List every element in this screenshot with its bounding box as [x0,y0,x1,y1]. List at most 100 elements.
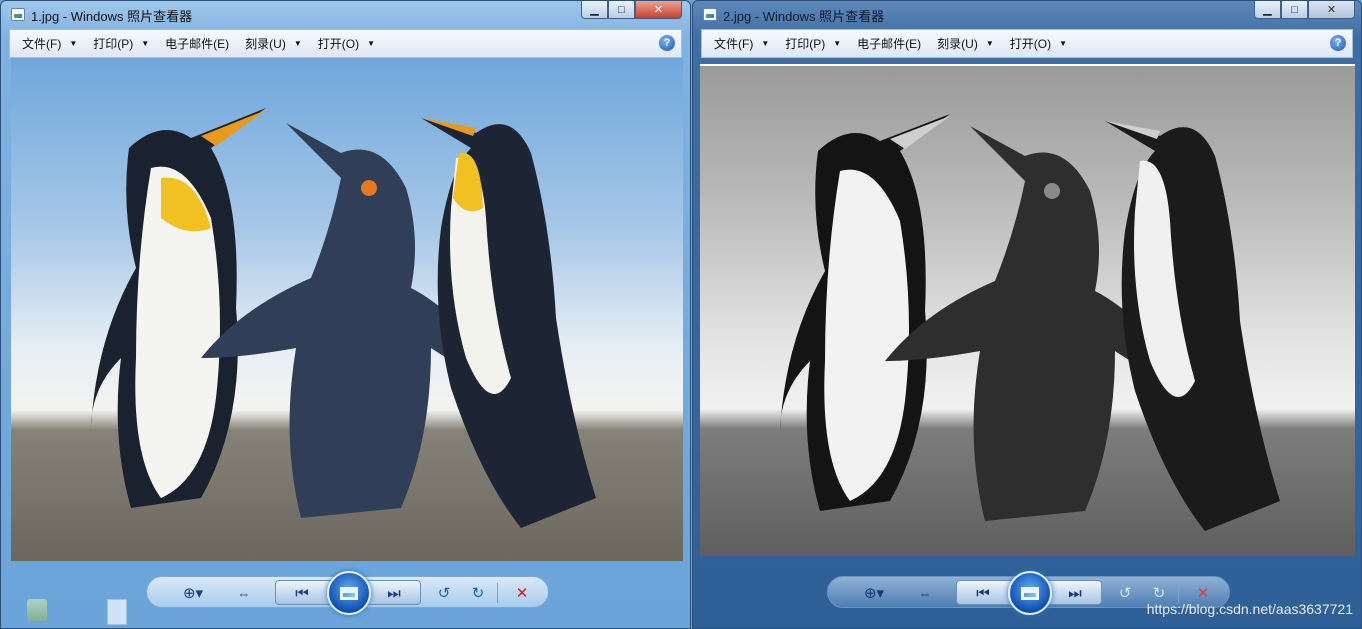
minimize-icon: ▁ [590,4,599,16]
fit-window-icon: ⇔ [918,585,932,601]
menu-print[interactable]: 打印(P) ▼ [85,35,157,52]
close-icon: ✕ [653,4,664,16]
rotate-left-icon: ↺ [437,585,451,602]
title-bar[interactable]: 1.jpg - Windows 照片查看器 ▁ □ ✕ [1,1,690,29]
menu-label: 刻录(U) [937,37,978,51]
zoom-button[interactable]: ⊕▾ [177,581,209,605]
menu-bar: 文件(F) ▼ 打印(P) ▼ 电子邮件(E) 刻录(U) ▼ 打开(O) ▼ ? [9,29,682,58]
next-button[interactable]: ⏭ [377,581,411,605]
desktop-icon [107,599,127,625]
zoom-icon: ⊕▾ [863,585,885,602]
next-button[interactable]: ⏭ [1058,581,1092,605]
fit-window-icon: ⇔ [237,585,251,601]
delete-icon: ✕ [515,585,529,602]
delete-button[interactable]: ✕ [511,581,533,605]
previous-icon: ⏮ [976,584,990,602]
slideshow-icon [340,586,358,600]
previous-button[interactable]: ⏮ [285,581,319,605]
penguin-right [1105,121,1280,531]
menu-burn[interactable]: 刻录(U) ▼ [237,35,310,52]
menu-burn[interactable]: 刻录(U) ▼ [929,35,1002,52]
actual-size-button[interactable]: ⇔ [233,581,255,605]
chevron-down-icon: ▼ [833,39,842,48]
menu-bar: 文件(F) ▼ 打印(P) ▼ 电子邮件(E) 刻录(U) ▼ 打开(O) ▼ ? [701,29,1353,58]
minimize-icon: ▁ [1263,4,1272,16]
menu-label: 电子邮件(E) [857,37,922,51]
next-icon: ⏭ [387,584,401,602]
zoom-button[interactable]: ⊕▾ [858,581,890,605]
penguins-photo-grayscale [780,114,1280,531]
penguin-right [421,118,596,528]
photo-viewer-app-icon [11,8,25,21]
rotate-right-button[interactable]: ↻ [467,581,489,605]
delete-icon: ✕ [1196,585,1210,602]
watermark-text: https://blog.csdn.net/aas3637721 [1146,601,1353,617]
previous-button[interactable]: ⏮ [966,581,1000,605]
chevron-down-icon: ▼ [141,39,150,48]
penguin-left-beak [201,110,266,146]
photo-display[interactable] [11,58,683,561]
rotate-left-button[interactable]: ↺ [1114,581,1136,605]
minimize-button[interactable]: ▁ [581,1,608,19]
caption-buttons: ▁ □ ✕ [581,1,682,19]
penguins-photo [91,108,596,528]
menu-label: 打开(O) [317,37,360,51]
menu-label: 文件(F) [22,37,62,51]
help-icon[interactable]: ? [1330,35,1346,51]
menu-file[interactable]: 文件(F) ▼ [706,35,777,52]
window-title: 2.jpg - Windows 照片查看器 [723,9,885,24]
rotate-right-icon: ↻ [471,585,485,602]
chevron-down-icon: ▼ [293,39,302,48]
chevron-down-icon: ▼ [1059,39,1068,48]
penguin-middle-ear-patch [361,180,377,196]
help-icon[interactable]: ? [659,35,675,51]
close-button[interactable]: ✕ [1308,1,1355,19]
menu-file[interactable]: 文件(F) ▼ [14,35,85,52]
menu-open[interactable]: 打开(O) ▼ [1002,35,1075,52]
photo-viewer-window-2: 2.jpg - Windows 照片查看器 ▁ □ ✕ 文件(F) ▼ 打印(P)… [692,0,1362,629]
chevron-down-icon: ▼ [367,39,376,48]
photo-viewer-window-1: 1.jpg - Windows 照片查看器 ▁ □ ✕ 文件(F) ▼ 打印(P)… [0,0,691,629]
close-icon: ✕ [1326,4,1337,16]
viewer-toolbar: ⊕▾ ⇔ ⏮ ⏭ ↺ ↻ ✕ [146,571,549,615]
close-button[interactable]: ✕ [635,1,682,19]
photo-canvas [700,66,1355,556]
maximize-button[interactable]: □ [1281,1,1308,19]
menu-label: 文件(F) [714,37,754,51]
slideshow-icon [1021,586,1039,600]
minimize-button[interactable]: ▁ [1254,1,1281,19]
menu-label: 刻录(U) [245,37,286,51]
maximize-icon: □ [618,3,625,16]
slideshow-button[interactable] [327,571,371,615]
slideshow-button[interactable] [1008,571,1052,615]
menu-open[interactable]: 打开(O) ▼ [310,35,383,52]
menu-print[interactable]: 打印(P) ▼ [777,35,849,52]
menu-label: 电子邮件(E) [165,37,230,51]
toolbar-separator [497,583,498,603]
photo-viewer-app-icon [703,8,717,21]
chevron-down-icon: ▼ [761,39,770,48]
penguin-middle-ear-patch [1044,183,1060,199]
rotate-left-button[interactable]: ↺ [433,581,455,605]
menu-label: 打印(P) [93,37,134,51]
penguin-left-beak [890,116,950,149]
maximize-icon: □ [1291,3,1298,16]
rotate-right-icon: ↻ [1152,585,1166,602]
chevron-down-icon: ▼ [69,39,78,48]
chevron-down-icon: ▼ [985,39,994,48]
menu-label: 打开(O) [1009,37,1052,51]
next-icon: ⏭ [1068,584,1082,602]
actual-size-button[interactable]: ⇔ [914,581,936,605]
photo-display[interactable] [700,64,1355,556]
caption-buttons: ▁ □ ✕ [1254,1,1355,19]
window-title: 1.jpg - Windows 照片查看器 [31,9,193,24]
zoom-icon: ⊕▾ [182,585,204,602]
menu-email[interactable]: 电子邮件(E) [157,35,237,52]
maximize-button[interactable]: □ [608,1,635,19]
previous-icon: ⏮ [295,584,309,602]
toolbar-separator [1178,583,1179,603]
rotate-left-icon: ↺ [1118,585,1132,602]
menu-email[interactable]: 电子邮件(E) [849,35,929,52]
title-bar[interactable]: 2.jpg - Windows 照片查看器 ▁ □ ✕ [693,1,1361,29]
menu-label: 打印(P) [785,37,826,51]
